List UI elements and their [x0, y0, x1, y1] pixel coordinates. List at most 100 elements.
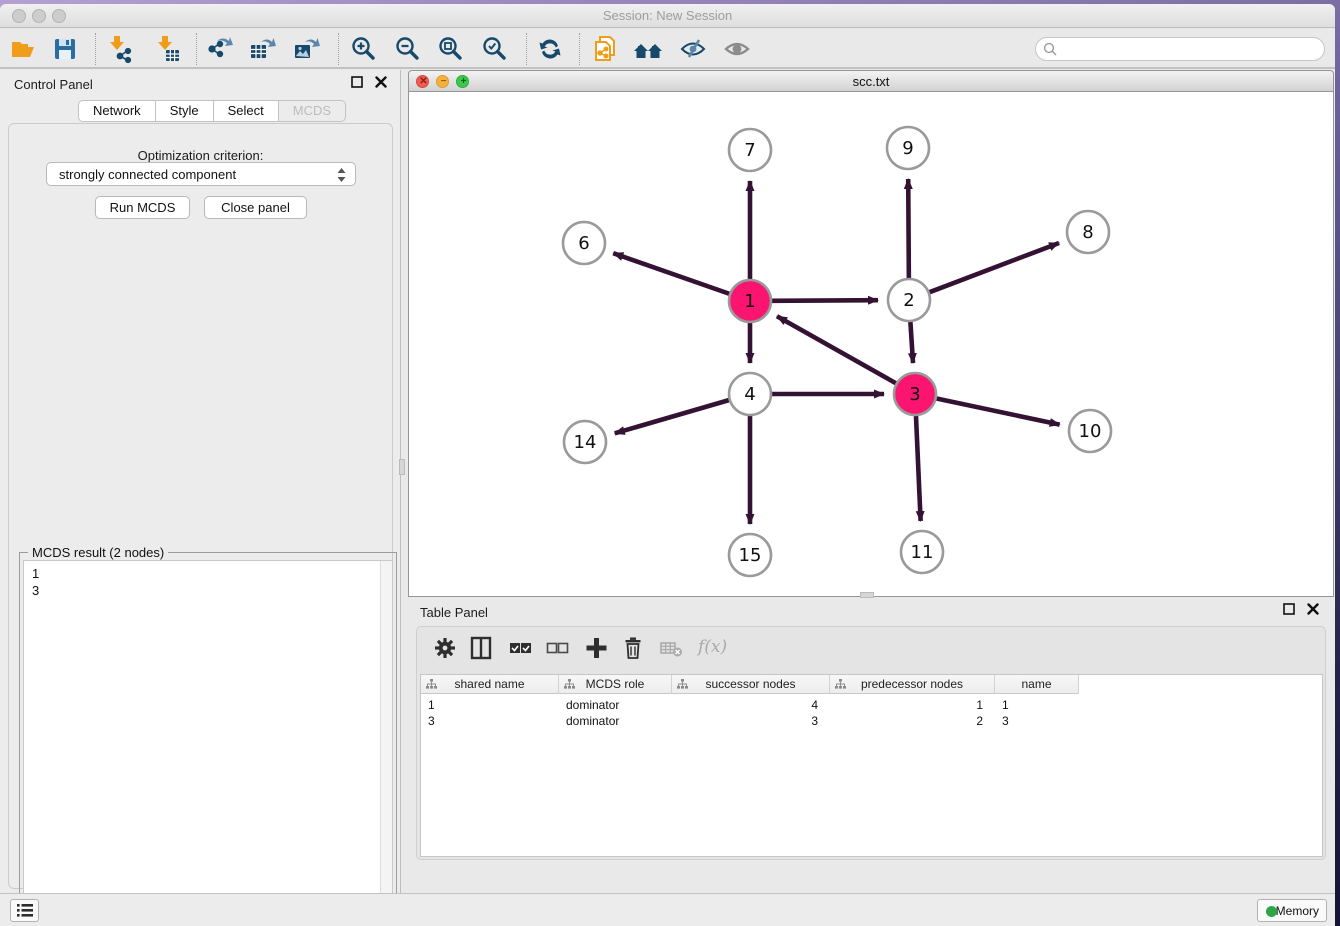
zoom-selected-icon[interactable] — [479, 35, 509, 65]
mcds-result-list[interactable]: 13 — [23, 560, 393, 926]
graph-edge-1-2[interactable] — [772, 300, 878, 301]
deselect-all-checkbox-icon[interactable] — [543, 635, 571, 663]
graph-node-2[interactable]: 2 — [888, 279, 930, 321]
tab-mcds[interactable]: MCDS — [279, 100, 346, 122]
delete-table-icon[interactable] — [657, 635, 685, 663]
import-table-icon[interactable] — [152, 35, 182, 65]
show-eye-icon[interactable] — [722, 35, 752, 65]
graph-node-8[interactable]: 8 — [1067, 211, 1109, 253]
vertical-splitter-grip[interactable] — [399, 459, 405, 475]
graph-node-10[interactable]: 10 — [1069, 410, 1111, 452]
column-header-MCDS-role[interactable]: MCDS role — [559, 675, 672, 694]
graph-edge-1-6[interactable] — [613, 253, 729, 294]
graph-node-4[interactable]: 4 — [729, 373, 771, 415]
table-cell: 3 — [672, 713, 830, 729]
select-stepper-icon — [336, 167, 347, 183]
graph-edge-3-11[interactable] — [916, 416, 921, 521]
table-cell: 3 — [995, 713, 1079, 729]
network-canvas[interactable]: 1 2 3 4 6 7 8 9 10 11 14 15 — [408, 92, 1334, 597]
table-header: shared nameMCDS rolesuccessor nodesprede… — [421, 675, 1079, 694]
svg-text:11: 11 — [911, 542, 934, 563]
node-table[interactable]: shared nameMCDS rolesuccessor nodesprede… — [420, 674, 1323, 857]
column-icon[interactable] — [467, 635, 495, 663]
result-scrollbar[interactable] — [380, 561, 392, 926]
select-all-checkbox-icon[interactable] — [506, 635, 534, 663]
search-icon — [1043, 42, 1058, 57]
tab-style[interactable]: Style — [156, 100, 214, 122]
sort-hierarchy-icon — [426, 679, 437, 690]
import-network-icon[interactable] — [104, 35, 134, 65]
table-row[interactable]: 3dominator323 — [421, 713, 1322, 729]
graph-edge-2-3[interactable] — [910, 322, 913, 363]
table-cell: 1 — [995, 697, 1079, 713]
optimization-criterion-value: strongly connected component — [59, 167, 236, 182]
memory-button[interactable]: Memory — [1257, 899, 1327, 922]
graph-edge-4-14[interactable] — [615, 400, 729, 433]
sort-hierarchy-icon — [677, 679, 688, 690]
save-session-icon[interactable] — [50, 35, 80, 65]
zoom-fit-icon[interactable] — [435, 35, 465, 65]
mcds-tab-content: Optimization criterion: strongly connect… — [8, 123, 393, 889]
window-title: Session: New Session — [0, 8, 1335, 23]
graph-node-14[interactable]: 14 — [564, 421, 606, 463]
run-mcds-button[interactable]: Run MCDS — [95, 196, 190, 219]
clone-network-icon[interactable] — [590, 35, 620, 65]
gear-icon[interactable] — [431, 635, 459, 663]
column-header-predecessor-nodes[interactable]: predecessor nodes — [830, 675, 995, 694]
graph-edge-2-9[interactable] — [908, 179, 909, 278]
result-line: 3 — [32, 582, 392, 599]
table-cell: 3 — [421, 713, 559, 729]
zoom-out-icon[interactable] — [392, 35, 422, 65]
table-float-panel-icon[interactable] — [1282, 603, 1296, 617]
open-file-icon[interactable] — [8, 35, 38, 65]
svg-text:6: 6 — [578, 233, 589, 254]
graph-node-6[interactable]: 6 — [563, 222, 605, 264]
task-history-icon[interactable] — [10, 899, 39, 922]
graph-node-11[interactable]: 11 — [901, 531, 943, 573]
delete-icon[interactable] — [619, 635, 647, 663]
zoom-in-icon[interactable] — [348, 35, 378, 65]
table-row[interactable]: 1dominator411 — [421, 697, 1322, 713]
network-view-window: ✕ − + scc.txt 1234678910111415 — [408, 70, 1334, 597]
graph-node-15[interactable]: 15 — [729, 534, 771, 576]
close-panel-button[interactable]: Close panel — [204, 196, 307, 219]
svg-text:10: 10 — [1079, 421, 1102, 442]
graph-node-3[interactable]: 3 — [894, 373, 936, 415]
tab-network[interactable]: Network — [78, 100, 156, 122]
graph-node-9[interactable]: 9 — [887, 127, 929, 169]
horizontal-splitter-grip[interactable] — [860, 592, 874, 598]
float-panel-icon[interactable] — [350, 76, 364, 90]
close-panel-icon[interactable] — [374, 76, 388, 90]
column-header-successor-nodes[interactable]: successor nodes — [672, 675, 830, 694]
tab-select[interactable]: Select — [214, 100, 279, 122]
column-header-shared-name[interactable]: shared name — [421, 675, 559, 694]
optimization-criterion-select[interactable]: strongly connected component — [46, 162, 356, 186]
home-icon[interactable] — [632, 35, 662, 65]
graph-node-1[interactable]: 1 — [729, 280, 771, 322]
table-close-panel-icon[interactable] — [1306, 603, 1320, 617]
table-toolbar: f(x) — [417, 627, 1325, 671]
table-cell: 4 — [672, 697, 830, 713]
mcds-result-group: MCDS result (2 nodes) 13 — [19, 552, 397, 926]
add-column-icon[interactable] — [582, 635, 610, 663]
refresh-icon[interactable] — [535, 35, 565, 65]
column-header-name[interactable]: name — [995, 675, 1079, 694]
app-window: Session: New Session — [0, 4, 1335, 926]
export-network-icon[interactable] — [204, 35, 234, 65]
sort-hierarchy-icon — [564, 679, 575, 690]
function-builder-icon[interactable]: f(x) — [698, 637, 727, 657]
graph-edge-3-10[interactable] — [937, 399, 1060, 425]
hide-panel-icon[interactable] — [678, 35, 708, 65]
network-graph: 1 2 3 4 6 7 8 9 10 11 14 15 — [409, 92, 1333, 595]
export-image-icon[interactable] — [291, 35, 321, 65]
graph-edge-2-8[interactable] — [930, 243, 1059, 292]
graph-edge-3-1[interactable] — [777, 316, 896, 383]
optimization-criterion-label: Optimization criterion: — [9, 148, 392, 163]
graph-node-7[interactable]: 7 — [729, 129, 771, 171]
export-table-icon[interactable] — [247, 35, 277, 65]
title-bar: Session: New Session — [0, 4, 1335, 28]
control-panel-title: Control Panel — [14, 77, 93, 92]
search-input[interactable] — [1062, 40, 1317, 58]
svg-text:14: 14 — [574, 432, 597, 453]
table-cell: 1 — [830, 697, 995, 713]
